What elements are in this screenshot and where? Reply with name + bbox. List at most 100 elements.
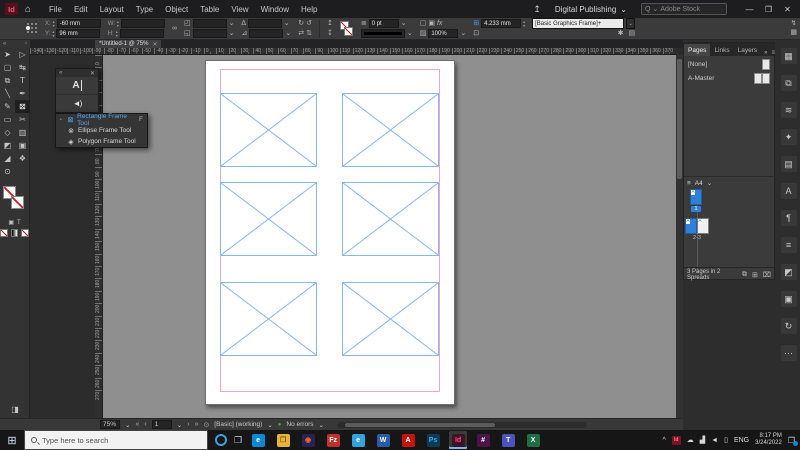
adobe-tray-icon[interactable]: Id bbox=[671, 435, 681, 445]
stepper-icons[interactable]: ▴ ▾ bbox=[52, 29, 54, 38]
previous-page-button[interactable]: ‹ bbox=[144, 421, 146, 428]
document-page[interactable] bbox=[205, 60, 455, 405]
taskbar-photoshop[interactable]: Ps bbox=[424, 431, 442, 449]
chevron-down-icon[interactable]: ⌄ bbox=[401, 20, 407, 27]
reference-point-proxy[interactable] bbox=[26, 23, 38, 34]
spread-1[interactable]: A1 bbox=[690, 189, 702, 212]
horizontal-ruler[interactable]: -140 -130 -120 -110 -100 -90 -80 -70 -60 -50 -40 -3… bbox=[30, 48, 676, 55]
stepper-icons[interactable]: ▴ ▾ bbox=[523, 19, 525, 28]
taskbar-filezilla[interactable]: Fz bbox=[324, 431, 342, 449]
frame-fitting-icon[interactable]: ⊞ bbox=[473, 20, 479, 27]
minimize-button[interactable]: — bbox=[743, 5, 756, 14]
battery-icon[interactable]: ▯ bbox=[724, 436, 728, 444]
adobe-stock-search-input[interactable]: Q ⌄ Adobe Stock bbox=[641, 3, 727, 15]
master-row-a-master[interactable]: A-Master bbox=[684, 72, 774, 85]
delete-page-icon[interactable]: ⌧ bbox=[763, 271, 771, 279]
chevron-down-icon[interactable]: ⌄ bbox=[707, 179, 712, 187]
home-icon[interactable]: ⌂ bbox=[25, 4, 31, 15]
character-panel-icon[interactable]: A bbox=[780, 183, 797, 199]
share-icon[interactable]: ↥ bbox=[533, 4, 541, 15]
taskbar-firefox[interactable]: ◉ bbox=[299, 431, 317, 449]
menu-help[interactable]: Help bbox=[295, 5, 323, 14]
cortana-icon[interactable] bbox=[215, 434, 227, 446]
taskbar-word[interactable]: W bbox=[374, 431, 392, 449]
object-style-chevron[interactable]: ⌄ bbox=[626, 18, 636, 29]
type-tool-button[interactable]: A bbox=[56, 77, 98, 94]
chevron-down-icon[interactable]: ⌄ bbox=[267, 421, 272, 429]
flyout-item-polygon-frame-tool[interactable]: ◈ Polygon Frame Tool bbox=[56, 136, 147, 147]
menu-type[interactable]: Type bbox=[130, 5, 159, 14]
rectangle-tool[interactable]: ▭ bbox=[0, 113, 15, 126]
x-position-field[interactable]: -60 mm bbox=[56, 19, 101, 28]
chevron-down-icon[interactable]: ⌄ bbox=[285, 30, 291, 37]
chevron-down-icon[interactable]: ⌄ bbox=[319, 421, 324, 429]
gradient-swatch-tool[interactable]: ▥ bbox=[15, 126, 30, 139]
zoom-level-field[interactable]: 75% bbox=[100, 420, 120, 429]
width-field[interactable] bbox=[120, 19, 165, 28]
line-tool[interactable]: ╲ bbox=[0, 87, 15, 100]
select-container-icon[interactable]: ↥ bbox=[327, 20, 333, 27]
preflight-panel-icon[interactable]: ↻ bbox=[780, 318, 797, 334]
content-collector-tool[interactable]: ⧉ bbox=[0, 74, 15, 87]
formatting-affects-text-icon[interactable]: T bbox=[17, 220, 21, 226]
scrollbar-thumb[interactable] bbox=[344, 422, 495, 427]
stroke-type-dropdown[interactable] bbox=[360, 29, 405, 38]
rotate-ccw-icon[interactable]: ↺ bbox=[306, 20, 312, 27]
constrain-proportions-icon[interactable]: ∞ bbox=[172, 25, 177, 32]
opacity-field[interactable]: 100% bbox=[428, 29, 459, 38]
close-panel-icon[interactable]: ✕ bbox=[90, 70, 95, 77]
network-icon[interactable]: ▟ bbox=[700, 436, 705, 444]
preflight-profile-label[interactable]: [Basic] (working) bbox=[214, 421, 262, 428]
tab-pages[interactable]: Pages bbox=[684, 44, 711, 56]
page-size-row[interactable]: ≡ A4 ⌄ bbox=[684, 176, 774, 189]
height-field[interactable] bbox=[119, 29, 164, 38]
apply-none-button[interactable] bbox=[21, 229, 30, 237]
corner-radius-field[interactable]: 4.233 mm bbox=[481, 19, 522, 28]
workspace-switcher[interactable]: Digital Publishing ⌄ bbox=[555, 5, 627, 14]
apply-color-button[interactable] bbox=[0, 229, 8, 237]
object-style-dropdown[interactable]: [Basic Graphics Frame]+ bbox=[532, 18, 625, 29]
menu-file[interactable]: File bbox=[43, 5, 68, 14]
gap-tool[interactable]: ↹ bbox=[15, 61, 30, 74]
paragraph-panel-icon[interactable]: ¶ bbox=[780, 210, 797, 226]
shear-angle-field[interactable] bbox=[249, 29, 284, 38]
menu-window[interactable]: Window bbox=[255, 5, 295, 14]
y-position-field[interactable]: 96 mm bbox=[56, 29, 101, 38]
taskbar-file-explorer[interactable]: ❒ bbox=[274, 431, 292, 449]
language-indicator[interactable]: ENG bbox=[734, 437, 749, 444]
close-button[interactable]: ✕ bbox=[781, 5, 794, 14]
lightning-quick-apply-icon[interactable]: ↯ bbox=[791, 20, 797, 27]
tab-layers[interactable]: Layers bbox=[734, 44, 762, 56]
menu-view[interactable]: View bbox=[225, 5, 254, 14]
taskbar-internet-explorer[interactable]: e bbox=[349, 431, 367, 449]
taskbar-indesign[interactable]: Id bbox=[449, 431, 468, 449]
close-tab-icon[interactable]: ✕ bbox=[152, 41, 157, 48]
scale-y-field[interactable] bbox=[192, 29, 227, 38]
chevron-up-icon[interactable]: ^ bbox=[662, 437, 665, 444]
new-page-icon[interactable]: ⊞ bbox=[752, 271, 758, 279]
stepper-icons[interactable]: ▴ ▾ bbox=[117, 19, 119, 28]
chevron-down-icon[interactable]: ⌄ bbox=[229, 20, 235, 27]
select-content-icon[interactable]: ↧ bbox=[327, 30, 333, 37]
clear-overrides-icon[interactable]: ✱ bbox=[618, 30, 624, 37]
flip-vertical-icon[interactable]: ⇅ bbox=[306, 30, 312, 37]
graphic-frame-1[interactable] bbox=[220, 93, 317, 167]
chevron-down-icon[interactable]: ⌄ bbox=[407, 30, 413, 37]
hand-tool[interactable]: ❖ bbox=[15, 152, 30, 165]
gradient-feather-tool[interactable]: ◩ bbox=[0, 139, 15, 152]
clock[interactable]: 8:17 PM 3/24/2022 bbox=[755, 433, 782, 447]
menu-edit[interactable]: Edit bbox=[68, 5, 94, 14]
next-page-button[interactable]: › bbox=[187, 421, 189, 428]
preflight-status-label[interactable]: No errors bbox=[286, 421, 313, 428]
stepper-icons[interactable]: ▴ ▾ bbox=[53, 19, 55, 28]
more-panels-icon[interactable]: ⋯ bbox=[780, 345, 797, 361]
corner-options-icon[interactable]: ▢ bbox=[420, 20, 427, 27]
effects-panel-icon[interactable]: ✦ bbox=[780, 129, 797, 145]
last-page-button[interactable]: » bbox=[195, 421, 199, 428]
menu-layout[interactable]: Layout bbox=[94, 5, 130, 14]
formatting-affects-container-icon[interactable]: ▣ bbox=[8, 219, 14, 226]
floating-tool-panel[interactable]: « ✕ A ◄) bbox=[55, 68, 99, 113]
preview-icon[interactable]: ⊡ bbox=[473, 30, 479, 37]
spread-2-3[interactable]: A A 2-3 bbox=[685, 218, 709, 241]
page-thumbnail[interactable]: A bbox=[685, 218, 697, 234]
